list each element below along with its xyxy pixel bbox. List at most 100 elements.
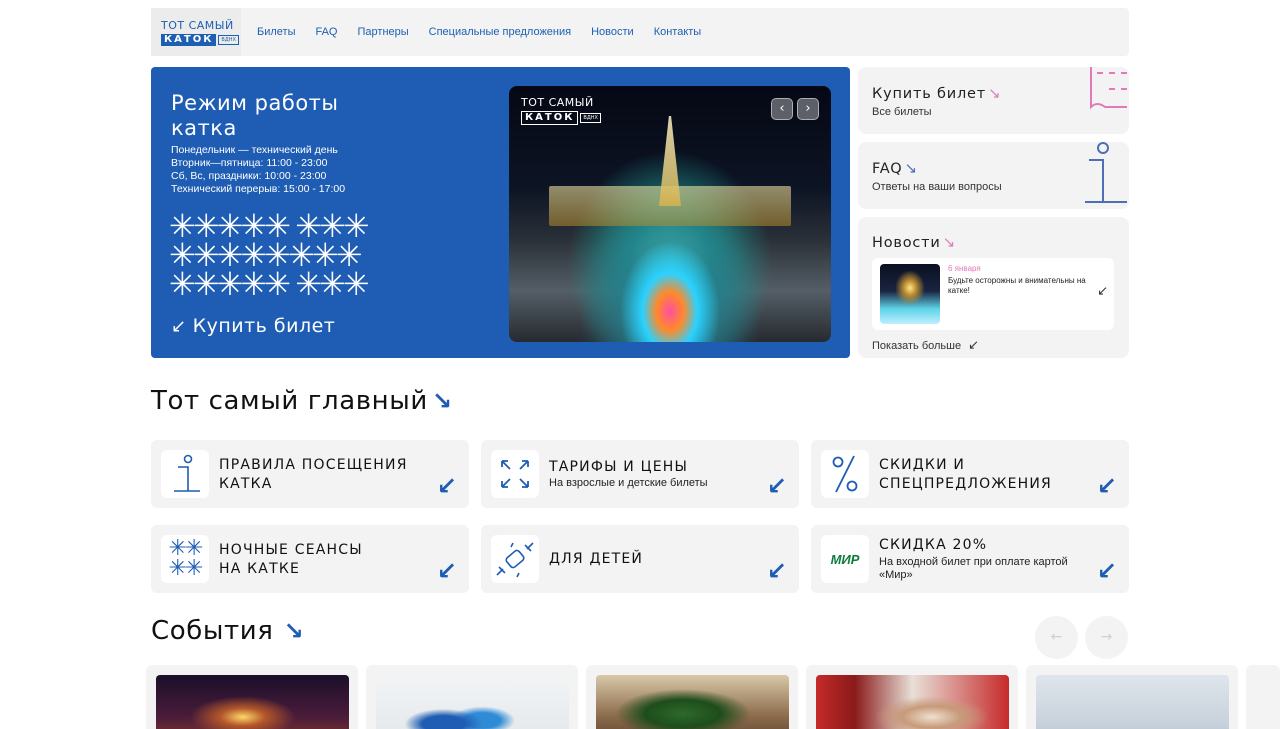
- feature-title: ПРАВИЛА ПОСЕЩЕНИЯ КАТКА: [219, 456, 408, 494]
- nav-news[interactable]: Новости: [591, 26, 634, 38]
- schedule-line: Технический перерыв: 15:00 - 17:00: [171, 183, 346, 195]
- main-section-heading: Тот самый главный ↘: [151, 386, 453, 416]
- feature-title-line: КАТКА: [219, 476, 273, 492]
- events-heading-text: События: [151, 616, 274, 646]
- events-prev-button[interactable]: ←: [1035, 616, 1078, 659]
- feature-card-discounts[interactable]: СКИДКИ И СПЕЦПРЕДЛОЖЕНИЯ ↙: [811, 440, 1129, 508]
- percent-icon: [821, 450, 869, 498]
- side-buy-ticket-card[interactable]: Купить билет ↘ Все билеты: [858, 67, 1129, 134]
- info-icon: [161, 450, 209, 498]
- arrow-down-left-icon: ↙: [1097, 284, 1108, 299]
- event-image: [596, 675, 789, 729]
- nav-partners[interactable]: Партнеры: [358, 26, 409, 38]
- photo-spire: [659, 116, 681, 206]
- arrow-down-right-icon: ↘: [283, 617, 305, 645]
- feature-card-mir-discount[interactable]: МИР СКИДКА 20% На входной билет при опла…: [811, 525, 1129, 593]
- photo-logo-tag: ВДНХ: [580, 113, 601, 123]
- event-card[interactable]: [146, 665, 358, 729]
- side-news-title[interactable]: Новости ↘: [872, 233, 956, 251]
- photo-logo-word: КАТОК: [521, 111, 579, 125]
- arrow-down-left-icon: ↙: [1096, 557, 1117, 585]
- feature-title: НОЧНЫЕ СЕАНСЫ НА КАТКЕ: [219, 541, 363, 579]
- schedule-line: Сб, Вс, праздники: 10:00 - 23:00: [171, 170, 327, 182]
- feature-title-line: ПРАВИЛА ПОСЕЩЕНИЯ: [219, 457, 408, 473]
- logo-bottom: КАТОК ВДНХ: [161, 33, 241, 46]
- feature-title-line: СПЕЦПРЕДЛОЖЕНИЯ: [879, 476, 1052, 492]
- news-text: Будьте осторожны и внимательны на катке!: [948, 276, 1086, 295]
- logo-top-text: ТОТ САМЫЙ: [161, 18, 234, 32]
- event-card[interactable]: [1026, 665, 1238, 729]
- feature-title-line: СКИДКИ И: [879, 457, 966, 473]
- feature-title: ТАРИФЫ И ЦЕНЫ: [549, 459, 689, 475]
- photo-logo-top: ТОТ САМЫЙ: [521, 96, 594, 109]
- hero-photo-slider: ТОТ САМЫЙ КАТОК ВДНХ ‹ ›: [509, 86, 831, 342]
- nav-faq[interactable]: FAQ: [315, 26, 337, 38]
- feature-card-tariffs[interactable]: ТАРИФЫ И ЦЕНЫ На взрослые и детские биле…: [481, 440, 799, 508]
- mir-logo-text: МИР: [830, 551, 860, 567]
- nav-contacts[interactable]: Контакты: [654, 26, 702, 38]
- arrow-down-right-icon: ↘: [904, 159, 918, 177]
- feature-title-line: НОЧНЫЕ СЕАНСЫ: [219, 542, 363, 558]
- arrow-down-right-icon: ↘: [987, 84, 1002, 102]
- events-next-button[interactable]: →: [1085, 616, 1128, 659]
- show-more-label: Показать больше: [872, 340, 962, 352]
- event-image: [156, 675, 349, 729]
- events-heading: События ↘: [151, 616, 304, 646]
- event-image: [376, 675, 569, 729]
- arrow-down-left-icon: ↙: [171, 315, 187, 337]
- mir-logo-icon: МИР: [821, 535, 869, 583]
- feature-title: ДЛЯ ДЕТЕЙ: [549, 551, 644, 567]
- snowflake-pattern-icon: ✳✳✳✳✳ ✳✳✳ ✳✳✳✳✳✳✳✳ ✳✳✳✳✳ ✳✳✳: [169, 210, 409, 300]
- feature-title: СКИДКА 20%: [879, 537, 988, 553]
- feature-card-rules[interactable]: ПРАВИЛА ПОСЕЩЕНИЯ КАТКА ↙: [151, 440, 469, 508]
- arrow-down-left-icon: ↙: [436, 472, 457, 500]
- side-faq-sub: Ответы на ваши вопросы: [872, 181, 1002, 193]
- slider-prev-button[interactable]: ‹: [771, 98, 793, 120]
- side-faq-title: FAQ ↘: [872, 159, 918, 177]
- slider-next-button[interactable]: ›: [797, 98, 819, 120]
- news-thumbnail: [880, 264, 940, 324]
- arrow-down-right-icon: ↘: [431, 387, 453, 415]
- feature-card-night-sessions[interactable]: ✳✳ ✳✳ НОЧНЫЕ СЕАНСЫ НА КАТКЕ ↙: [151, 525, 469, 593]
- side-news-title-text: Новости: [872, 235, 941, 251]
- arrow-down-left-icon: ↙: [766, 557, 787, 585]
- feature-subtitle: На входной билет при оплате картой «Мир»: [879, 556, 1068, 582]
- event-image: [1036, 675, 1229, 729]
- hero-banner: Режим работы катка Понедельник — техниче…: [151, 67, 850, 358]
- event-card-partial[interactable]: [1246, 665, 1280, 729]
- arrow-down-left-icon: ↙: [1096, 472, 1117, 500]
- site-logo[interactable]: ТОТ САМЫЙ КАТОК ВДНХ: [151, 8, 241, 56]
- hero-buy-ticket-link[interactable]: ↙ Купить билет: [171, 315, 335, 337]
- arrow-down-left-icon: ↙: [968, 337, 980, 352]
- feature-subtitle-line: «Мир»: [879, 569, 913, 581]
- side-faq-card[interactable]: FAQ ↘ Ответы на ваши вопросы: [858, 142, 1129, 209]
- news-date: 6 января: [948, 264, 981, 273]
- event-card[interactable]: [366, 665, 578, 729]
- show-more-link[interactable]: Показать больше ↙: [872, 337, 979, 353]
- feature-title: СКИДКИ И СПЕЦПРЕДЛОЖЕНИЯ: [879, 456, 1052, 494]
- side-faq-title-text: FAQ: [872, 161, 903, 177]
- event-image: [816, 675, 1009, 729]
- ticket-icon: [1090, 67, 1127, 110]
- feature-subtitle: На взрослые и детские билеты: [549, 477, 708, 489]
- side-news-card: Новости ↘ 6 января Будьте осторожны и вни…: [858, 217, 1129, 358]
- nav-tickets[interactable]: Билеты: [257, 26, 295, 38]
- nav-special-offers[interactable]: Специальные предложения: [429, 26, 571, 38]
- hero-schedule: Понедельник — технический день Вторник—п…: [171, 144, 345, 196]
- feature-subtitle-line: На входной билет при оплате картой: [879, 556, 1068, 568]
- side-buy-title: Купить билет ↘: [872, 84, 1001, 102]
- main-nav: Билеты FAQ Партнеры Специальные предложе…: [257, 26, 721, 38]
- feature-card-kids[interactable]: ДЛЯ ДЕТЕЙ ↙: [481, 525, 799, 593]
- schedule-line: Вторник—пятница: 11:00 - 23:00: [171, 157, 328, 169]
- expand-icon: [491, 450, 539, 498]
- snowflake-icon: ✳✳ ✳✳: [161, 535, 209, 583]
- hero-buy-label: Купить билет: [192, 315, 336, 337]
- side-buy-title-text: Купить билет: [872, 86, 986, 102]
- schedule-line: Понедельник — технический день: [171, 144, 338, 156]
- event-card[interactable]: [586, 665, 798, 729]
- news-item[interactable]: 6 января Будьте осторожны и внимательны …: [872, 258, 1114, 330]
- event-card[interactable]: [806, 665, 1018, 729]
- info-icon: [1085, 142, 1127, 203]
- candy-icon: [491, 535, 539, 583]
- side-buy-sub: Все билеты: [872, 106, 932, 118]
